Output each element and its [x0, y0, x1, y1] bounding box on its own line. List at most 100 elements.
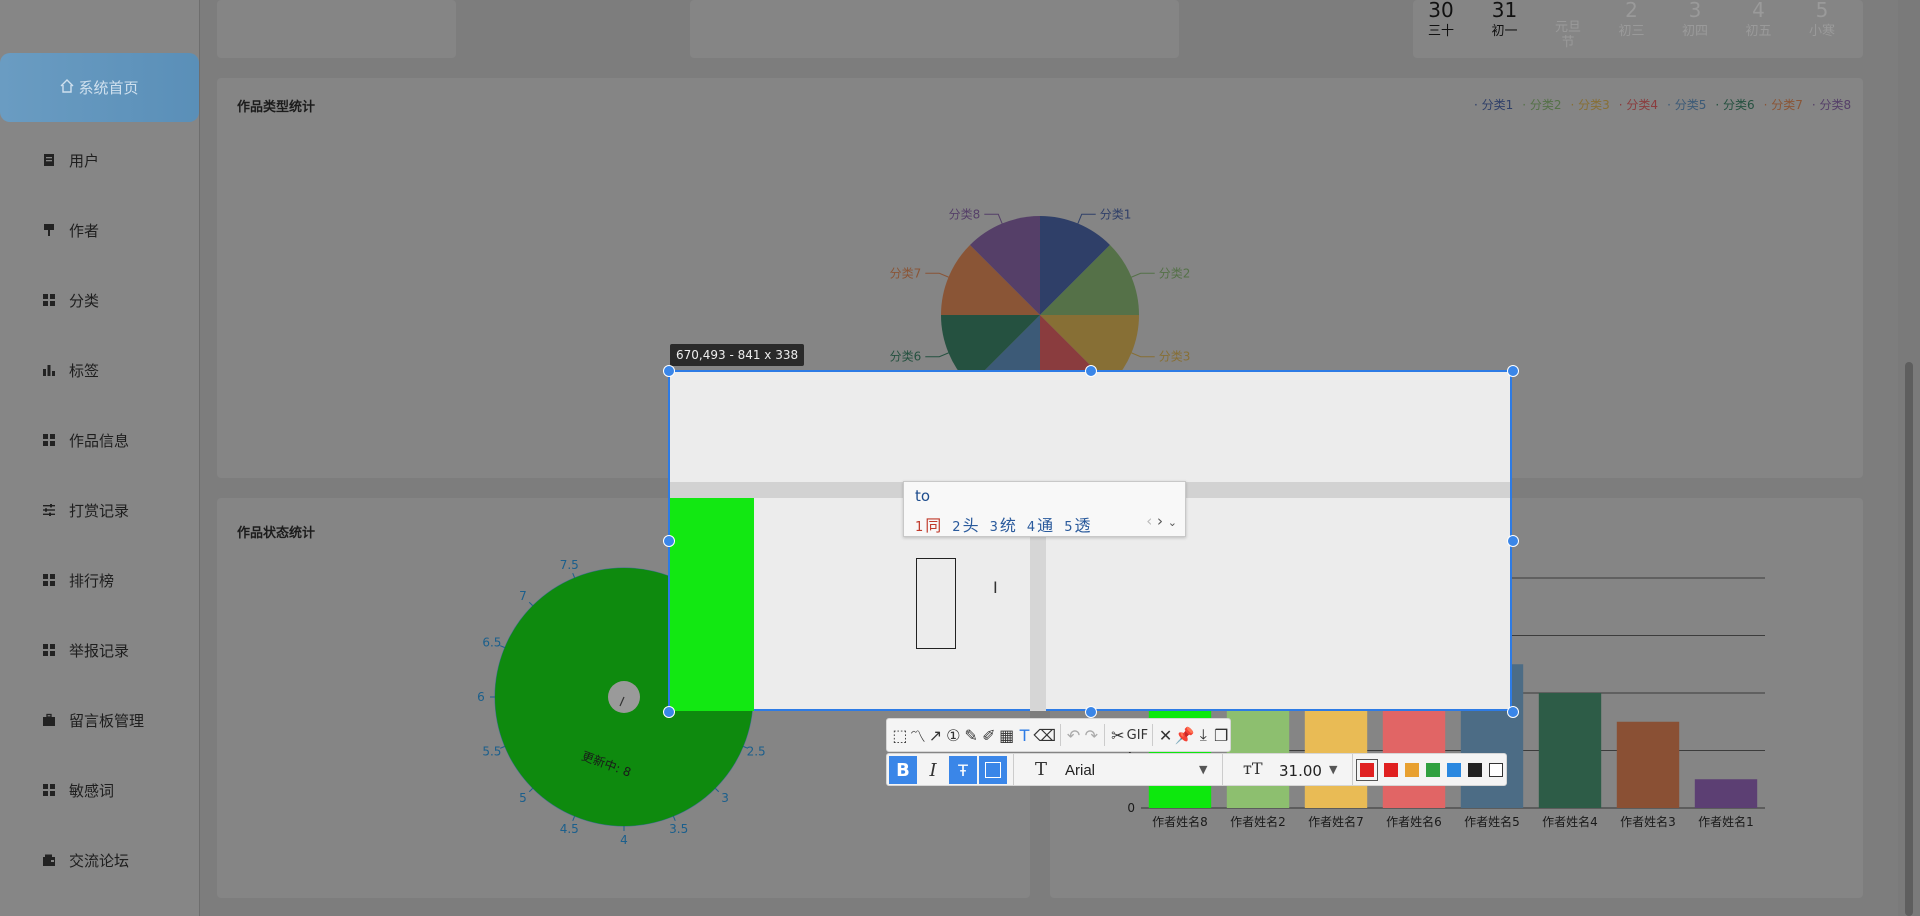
current-color-swatch[interactable]	[1356, 759, 1378, 781]
ime-candidate-text: 通	[1037, 516, 1054, 535]
gif-button[interactable]: GIF	[1127, 721, 1148, 749]
ime-candidate[interactable]: 1同	[915, 516, 941, 535]
bold-button[interactable]: B	[889, 756, 917, 784]
ime-candidate[interactable]: 5透	[1064, 516, 1090, 535]
pie-label-line	[1131, 272, 1155, 278]
eraser-tool-button[interactable]: ⌫	[1033, 721, 1056, 749]
color-swatch[interactable]	[1405, 763, 1419, 777]
bar-category-label: 作者姓名8	[1152, 814, 1208, 829]
pie-label-line	[925, 272, 949, 278]
text-style-toolbar: B I Ŧ T Arial ▼ ᴛT 31.00 ▼	[886, 753, 1507, 786]
pie-slice-label: 分类7	[890, 266, 922, 280]
gauge-tick-label: 7	[519, 589, 527, 603]
ime-candidate-number: 5	[1064, 520, 1073, 535]
text-icon: T	[1019, 725, 1030, 745]
font-family-dropdown-icon[interactable]: ▼	[1199, 763, 1207, 776]
selection-resize-handle[interactable]	[1085, 365, 1097, 377]
ime-candidate[interactable]: 3统	[990, 516, 1016, 535]
text-background-button[interactable]	[979, 756, 1007, 784]
redo-button[interactable]: ↷	[1082, 721, 1100, 749]
close-button[interactable]: ✕	[1157, 721, 1175, 749]
bar-category-label: 作者姓名1	[1698, 814, 1754, 829]
ime-next-icon[interactable]: ›	[1157, 512, 1163, 530]
font-size-dropdown-icon[interactable]: ▼	[1329, 763, 1337, 776]
scroll-capture-button[interactable]: ✂	[1109, 721, 1127, 749]
copy-button[interactable]: ❐	[1212, 721, 1230, 749]
text-input-box[interactable]	[916, 558, 956, 649]
mosaic-icon: ▦	[999, 725, 1015, 745]
ime-candidate[interactable]: 4通	[1027, 516, 1053, 535]
pie-slice-label: 分类1	[1100, 207, 1132, 221]
mosaic-tool-button[interactable]: ▦	[998, 721, 1016, 749]
gauge-tick	[714, 787, 720, 793]
selection-size-label: 670,493 - 841 x 338	[670, 344, 805, 366]
bar-category-label: 作者姓名5	[1464, 814, 1520, 829]
bar	[1538, 693, 1602, 808]
selection-resize-handle[interactable]	[1507, 365, 1519, 377]
gauge-tick-label: 7.5	[560, 558, 579, 572]
pin-button[interactable]: 📌	[1175, 721, 1195, 749]
selection-resize-handle[interactable]	[663, 365, 675, 377]
color-swatch[interactable]	[1426, 763, 1440, 777]
color-swatch[interactable]	[1489, 763, 1503, 777]
color-swatch[interactable]	[1384, 763, 1398, 777]
font-family-icon: T	[1035, 759, 1048, 780]
gauge-tick-label: 3	[721, 791, 729, 805]
arrow-icon: ↗	[928, 725, 943, 745]
ime-candidate-number: 4	[1026, 520, 1036, 535]
selection-resize-handle[interactable]	[1507, 535, 1519, 547]
shape-tool-button[interactable]: ⬚	[891, 721, 909, 749]
selection-box[interactable]	[668, 370, 1512, 711]
gauge-tick-label: 5.5	[482, 745, 501, 759]
pin-icon: 📌	[1174, 725, 1195, 745]
polyline-icon: 〽	[909, 727, 926, 746]
gauge-tick	[572, 815, 576, 821]
color-swatch[interactable]	[1447, 763, 1461, 777]
font-family-select[interactable]: Arial	[1065, 762, 1095, 779]
ime-expand-icon[interactable]: ⌄	[1168, 516, 1177, 529]
ime-composition: to	[915, 487, 931, 505]
selection-resize-handle[interactable]	[663, 706, 675, 718]
redo-icon: ↷	[1084, 725, 1099, 745]
square-icon	[985, 762, 1001, 778]
pie-slice-label: 分类2	[1159, 266, 1191, 280]
selection-resize-handle[interactable]	[1507, 706, 1519, 718]
marker-icon: ✐	[982, 725, 996, 745]
bar	[1616, 721, 1680, 808]
ime-candidate-window[interactable]: to 1同2头3统4通5透 ‹ › ⌄	[903, 481, 1186, 537]
selection-resize-handle[interactable]	[663, 535, 675, 547]
undo-button[interactable]: ↶	[1065, 721, 1083, 749]
pie-label-line	[925, 352, 949, 358]
bar-category-label: 作者姓名2	[1230, 814, 1286, 829]
marker-tool-button[interactable]: ✐	[980, 721, 998, 749]
scrollbar-thumb[interactable]	[1905, 362, 1913, 916]
download-button[interactable]: ⤓	[1194, 721, 1212, 749]
tool-toolbar: ⬚ 〽 ↗ ① ✎ ✐ ▦ T ⌫ ↶ ↷ ✂ GIF ✕ 📌 ⤓ ❐	[886, 718, 1231, 752]
bar-category-label: 作者姓名7	[1308, 814, 1364, 829]
font-size-input[interactable]: 31.00	[1279, 762, 1322, 780]
pen-tool-button[interactable]: ✎	[962, 721, 980, 749]
color-swatch[interactable]	[1468, 763, 1482, 777]
arrow-tool-button[interactable]: ↗	[927, 721, 945, 749]
pen-icon: ✎	[964, 725, 978, 745]
ime-prev-icon[interactable]: ‹	[1146, 512, 1152, 530]
ime-candidate-number: 2	[952, 520, 961, 535]
ime-candidate-text: 透	[1074, 516, 1091, 535]
outline-text-icon: Ŧ	[958, 760, 968, 780]
bar	[1694, 779, 1758, 808]
selection-resize-handle[interactable]	[1085, 706, 1097, 718]
bar-y-tick-label: 0	[1127, 801, 1135, 815]
gauge-tick-label: 6.5	[482, 635, 501, 649]
ime-candidate[interactable]: 2头	[952, 516, 978, 535]
polyline-tool-button[interactable]: 〽	[909, 721, 927, 749]
ime-candidate-text: 同	[925, 516, 942, 535]
undo-icon: ↶	[1066, 725, 1081, 745]
italic-button[interactable]: I	[919, 756, 947, 784]
close-icon: ✕	[1158, 725, 1173, 745]
number-tool-button[interactable]: ①	[944, 721, 962, 749]
eraser-icon: ⌫	[1033, 725, 1056, 745]
scrollbar[interactable]	[1898, 0, 1920, 916]
text-tool-button[interactable]: T	[1016, 721, 1034, 749]
text-outline-button[interactable]: Ŧ	[949, 756, 977, 784]
ime-nav[interactable]: ‹ › ⌄	[1146, 512, 1177, 530]
